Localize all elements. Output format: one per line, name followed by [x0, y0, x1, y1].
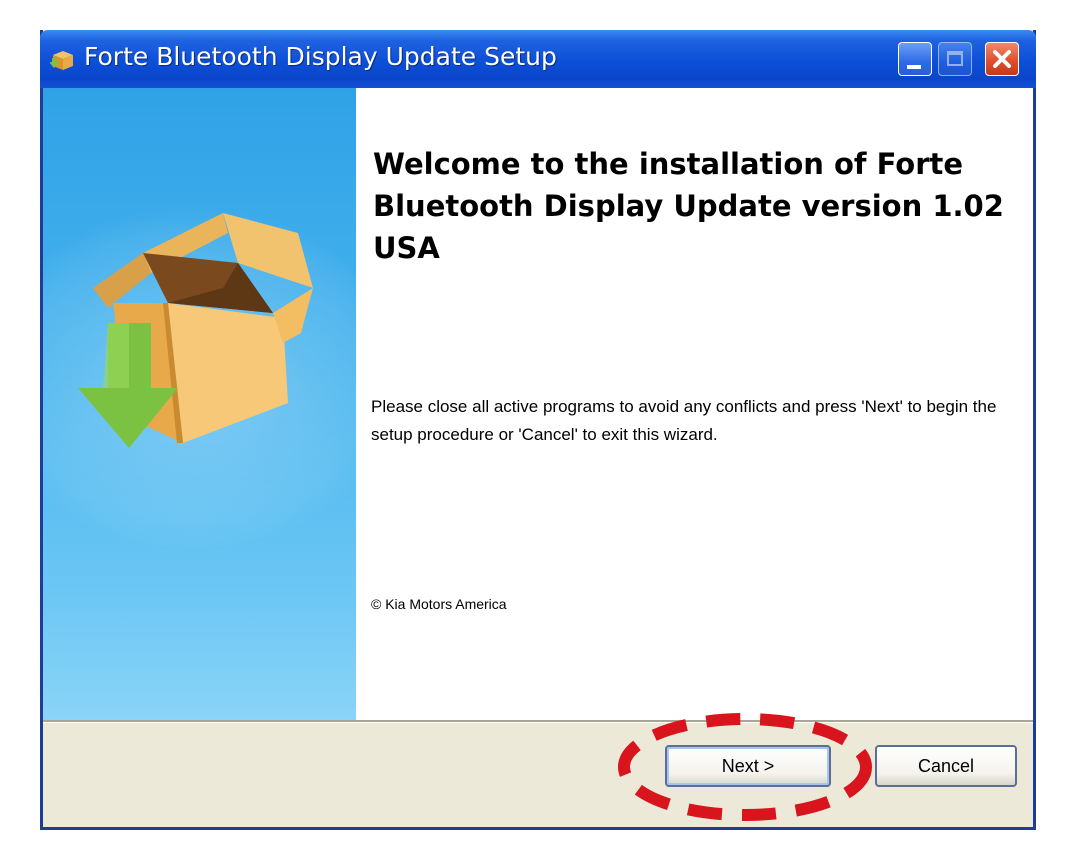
wizard-sidebar	[43, 88, 356, 720]
copyright-text: © Kia Motors America	[371, 596, 507, 612]
instructions-text: Please close all active programs to avoi…	[371, 397, 997, 444]
title-bar[interactable]: Forte Bluetooth Display Update Setup	[40, 30, 1036, 88]
minimize-button[interactable]	[898, 42, 932, 76]
maximize-icon	[947, 51, 963, 66]
box-download-icon	[78, 213, 313, 448]
close-icon	[993, 50, 1011, 68]
welcome-heading: Welcome to the installation of Forte Blu…	[373, 147, 1004, 265]
window-title: Forte Bluetooth Display Update Setup	[84, 42, 557, 71]
next-button[interactable]: Next >	[665, 745, 831, 787]
setup-window: Forte Bluetooth Display Update Setup Wel…	[40, 30, 1036, 830]
maximize-button[interactable]	[938, 42, 972, 76]
window-bottom-border	[40, 827, 1036, 830]
wizard-content: Welcome to the installation of Forte Blu…	[43, 88, 1033, 720]
minimize-icon	[907, 65, 921, 69]
close-button[interactable]	[985, 42, 1019, 76]
wizard-footer: Next > Cancel	[43, 723, 1033, 827]
cancel-button[interactable]: Cancel	[875, 745, 1017, 787]
installer-box-icon	[50, 51, 73, 70]
